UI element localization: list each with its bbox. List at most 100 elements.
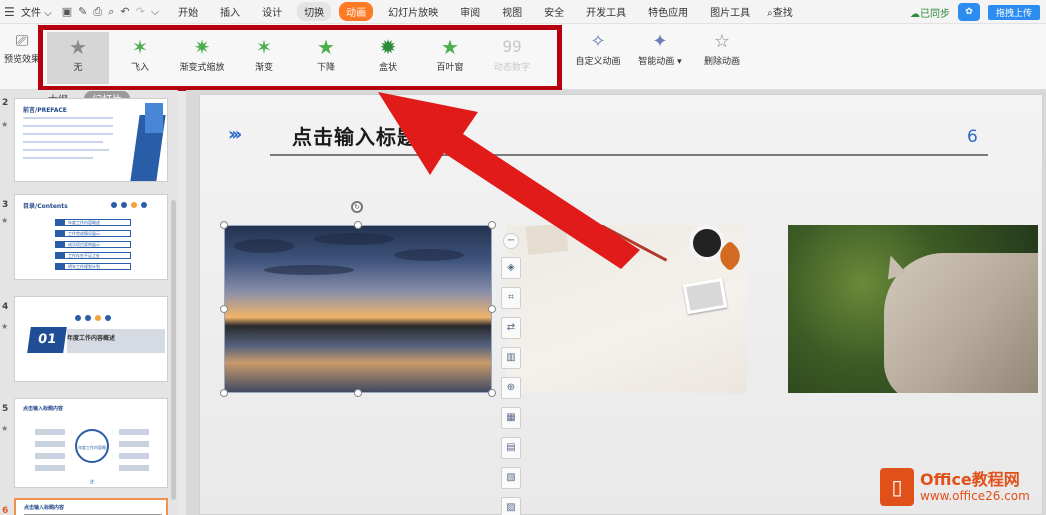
collapse-toolbar-icon[interactable]: − bbox=[503, 233, 519, 249]
sync-status[interactable]: ☁已同步 bbox=[910, 5, 950, 20]
thumb-title: 点击输入标题内容 bbox=[24, 505, 65, 511]
resize-handle[interactable] bbox=[488, 389, 496, 397]
zoom-picture-icon[interactable]: ⊕ bbox=[501, 377, 521, 399]
thumb-dot bbox=[105, 315, 111, 321]
crop-icon[interactable]: ⌗ bbox=[501, 287, 521, 309]
slide-thumbnail-6[interactable]: 点击输入标题内容 bbox=[14, 498, 168, 515]
thumb-dot bbox=[121, 202, 127, 208]
tab-animation[interactable]: 动画 bbox=[339, 2, 374, 21]
thumb-row: 成功项目案例展示 bbox=[55, 241, 131, 248]
rotate-handle-icon[interactable]: ↻ bbox=[351, 201, 363, 213]
slide-number: 5 bbox=[2, 404, 9, 414]
cat-picture[interactable] bbox=[788, 225, 1038, 393]
replace-picture-icon[interactable]: ⇄ bbox=[501, 317, 521, 339]
tab-developer[interactable]: 开发工具 bbox=[579, 2, 633, 21]
preview-effect-button[interactable]: ⎚ 预览效果 bbox=[2, 30, 42, 84]
print-icon[interactable]: ⎙ bbox=[93, 5, 102, 19]
effect-fade-zoom[interactable]: ✷ 渐变式缩放 bbox=[171, 32, 233, 84]
thumb-node bbox=[119, 453, 149, 459]
resize-handle[interactable] bbox=[220, 389, 228, 397]
thumb-title: 点击输入标题内容 bbox=[23, 406, 64, 412]
custom-animation-button[interactable]: ✧ 自定义动画 bbox=[570, 28, 626, 80]
tab-review[interactable]: 审阅 bbox=[453, 2, 487, 21]
file-menu-label: 文件 bbox=[21, 8, 41, 19]
thumb-dot bbox=[95, 315, 101, 321]
effect-label: 渐变式缩放 bbox=[179, 63, 225, 73]
thumb-title: 目录/Contents bbox=[23, 203, 68, 210]
file-menu[interactable]: 文件 ⌵ bbox=[21, 4, 52, 19]
resize-handle[interactable] bbox=[488, 221, 496, 229]
matting-icon[interactable]: ▦ bbox=[501, 407, 521, 429]
effect-box[interactable]: ✹ 盒状 bbox=[357, 32, 419, 84]
resize-handle[interactable] bbox=[488, 305, 496, 313]
picture-to-text-icon[interactable]: ▤ bbox=[501, 437, 521, 459]
slide-thumbnail-panel: 大纲 幻灯片 2 ★ 前言/PREFACE 3 ★ 目录/Contents 年度… bbox=[0, 90, 178, 515]
picture-print-icon[interactable]: ▨ bbox=[501, 497, 521, 515]
tab-picture-tools[interactable]: 图片工具 bbox=[703, 2, 757, 21]
effect-dynamic-number[interactable]: 99 动态数字 bbox=[481, 32, 543, 84]
thumb-node bbox=[35, 441, 65, 447]
thumb-row-text: 成功项目案例展示 bbox=[68, 242, 100, 247]
save-icon[interactable]: ▣ bbox=[62, 5, 72, 18]
slide-thumbnail-5[interactable]: 点击输入标题内容 年度工作内容概述 bbox=[14, 398, 168, 488]
desk-picture[interactable] bbox=[507, 225, 747, 393]
slide-title[interactable]: 点击输入标题内 bbox=[292, 121, 439, 150]
upload-button[interactable]: 拖拽上传 bbox=[987, 4, 1040, 20]
thumb-dot bbox=[111, 202, 117, 208]
tab-special-apps[interactable]: 特色应用 bbox=[641, 2, 695, 21]
picture-translate-icon[interactable]: ▧ bbox=[501, 467, 521, 489]
quick-access-toolbar: ▣ ✎ ⎙ ⌕ ↶ ↷ ⌵ bbox=[62, 5, 159, 19]
format-painter-icon[interactable]: ✎ bbox=[78, 5, 87, 18]
resize-handle[interactable] bbox=[220, 221, 228, 229]
current-slide[interactable]: ››› 点击输入标题内 6 ↻ − ◈ ⌗ ⇄ ▥ ⊕ ▦ ▤ ▧ ▨ bbox=[199, 94, 1043, 515]
thumb-line bbox=[23, 125, 113, 127]
delete-animation-button[interactable]: ☆ 删除动画 bbox=[694, 28, 750, 80]
slide-number: 3 bbox=[2, 200, 9, 210]
tab-view[interactable]: 视图 bbox=[495, 2, 529, 21]
effect-fade[interactable]: ✶ 渐变 bbox=[233, 32, 295, 84]
tab-transition[interactable]: 切换 bbox=[297, 2, 332, 21]
tab-home[interactable]: 开始 bbox=[171, 2, 205, 21]
smart-animation-icon: ✦ bbox=[652, 31, 668, 52]
cloud-app-icon[interactable]: ✿ bbox=[957, 3, 980, 21]
redo-icon[interactable]: ↷ bbox=[136, 5, 145, 18]
customize-toolbar-icon[interactable]: ⌵ bbox=[151, 5, 159, 19]
smart-animation-label: 智能动画 ▾ bbox=[638, 57, 681, 67]
thumb-row: 工作存在不足之处 bbox=[55, 252, 131, 259]
tab-slideshow[interactable]: 幻灯片放映 bbox=[381, 2, 445, 21]
effect-fly-in[interactable]: ✶ 飞入 bbox=[109, 32, 171, 84]
tab-design[interactable]: 设计 bbox=[255, 2, 289, 21]
slide-thumbnail-2[interactable]: 前言/PREFACE bbox=[14, 98, 168, 182]
effects-gallery: ★ 无 ✶ 飞入 ✷ 渐变式缩放 ✶ 渐变 ★ 下降 ✹ 盒状 ★ 百叶窗 99… bbox=[47, 32, 543, 84]
layers-icon[interactable]: ◈ bbox=[501, 257, 521, 279]
sync-icon: ☁ bbox=[909, 8, 920, 20]
watermark-url: www.office26.com bbox=[920, 489, 1030, 503]
hamburger-menu-icon[interactable]: ☰ bbox=[4, 5, 18, 19]
smart-animation-button[interactable]: ✦ 智能动画 ▾ bbox=[632, 28, 688, 80]
star-icon: ✶ bbox=[255, 35, 273, 59]
effect-descend[interactable]: ★ 下降 bbox=[295, 32, 357, 84]
search-button[interactable]: ⌕查找 bbox=[767, 4, 793, 19]
undo-icon[interactable]: ↶ bbox=[120, 5, 129, 18]
menubar-right: ☁已同步 ✿ 拖拽上传 bbox=[910, 0, 1046, 24]
thumb-node bbox=[35, 453, 65, 459]
effect-none[interactable]: ★ 无 bbox=[47, 32, 109, 84]
star-icon: ✷ bbox=[193, 35, 211, 59]
picture-floating-toolbar: − ◈ ⌗ ⇄ ▥ ⊕ ▦ ▤ ▧ ▨ bbox=[501, 233, 521, 515]
desk-photo bbox=[682, 277, 728, 315]
split-picture-icon[interactable]: ▥ bbox=[501, 347, 521, 369]
resize-handle[interactable] bbox=[354, 389, 362, 397]
slide-thumbnail-4[interactable]: 01 年度工作内容概述 bbox=[14, 296, 168, 382]
custom-animation-label: 自定义动画 bbox=[575, 57, 621, 67]
thumb-row-num bbox=[56, 220, 65, 225]
resize-handle[interactable] bbox=[220, 305, 228, 313]
panel-scrollbar[interactable] bbox=[171, 200, 176, 500]
star-icon: ★ bbox=[69, 35, 87, 59]
effect-blinds[interactable]: ★ 百叶窗 bbox=[419, 32, 481, 84]
slide-thumbnail-3[interactable]: 目录/Contents 年度工作内容概述 工作完成情况展示 成功项目案例展示 工… bbox=[14, 194, 168, 280]
thumb-row: 年度工作内容概述 bbox=[55, 219, 131, 226]
print-preview-icon[interactable]: ⌕ bbox=[108, 5, 114, 19]
tab-security[interactable]: 安全 bbox=[537, 2, 571, 21]
tab-insert[interactable]: 插入 bbox=[213, 2, 247, 21]
resize-handle[interactable] bbox=[354, 221, 362, 229]
